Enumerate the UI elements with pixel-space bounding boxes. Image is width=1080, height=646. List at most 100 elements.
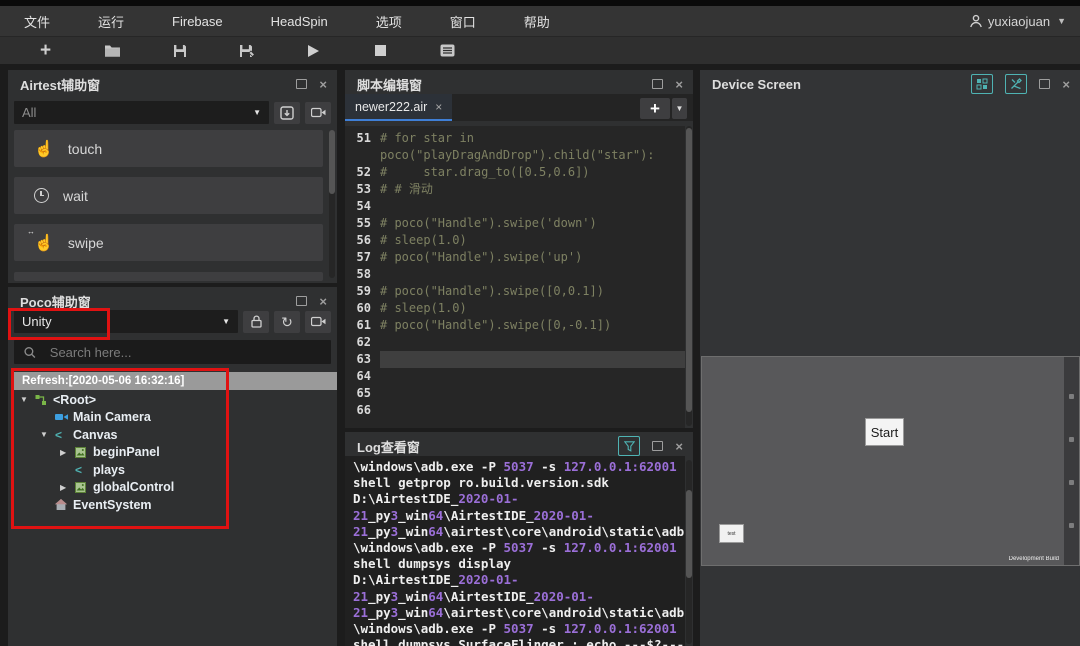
code-line-53[interactable]: 53 # # 滑动 bbox=[345, 181, 685, 198]
float-panel-icon[interactable] bbox=[296, 79, 308, 89]
poco-lock-button[interactable] bbox=[243, 310, 269, 333]
editor-tab-bar: newer222.air × + ▼ bbox=[345, 94, 693, 121]
search-input[interactable] bbox=[47, 343, 321, 361]
tree-item-globalcontrol[interactable]: ▶ globalControl bbox=[14, 479, 331, 497]
code-line-60[interactable]: 60 # sleep(1.0) bbox=[345, 300, 685, 317]
code-line-63[interactable]: 63 bbox=[345, 351, 685, 368]
expander-down-icon[interactable]: ▼ bbox=[40, 430, 55, 439]
save-script-button[interactable] bbox=[146, 39, 213, 63]
swipe-action-button[interactable]: ☝ ↔ swipe bbox=[14, 224, 323, 261]
tree-refresh-header[interactable]: Refresh:[2020-05-06 16:32:16] bbox=[14, 372, 337, 390]
menu-item-item[interactable]: 窗口 bbox=[426, 12, 500, 31]
log-scrollbar[interactable] bbox=[686, 460, 692, 644]
expander-down-icon[interactable]: ▼ bbox=[20, 395, 35, 404]
code-line-62[interactable]: 62 bbox=[345, 334, 685, 351]
line-number: 51 bbox=[356, 131, 371, 145]
poco-refresh-button[interactable]: ↻ bbox=[274, 310, 300, 333]
menu-item-item[interactable]: 帮助 bbox=[500, 12, 574, 31]
code-line-55[interactable]: 55 # poco("Handle").swipe('down') bbox=[345, 215, 685, 232]
device-screen-view[interactable]: Start test Development Build bbox=[701, 356, 1080, 566]
device-tools-button[interactable] bbox=[1005, 74, 1028, 94]
code-line-64[interactable]: 64 bbox=[345, 368, 685, 385]
close-panel-icon[interactable]: × bbox=[319, 78, 327, 91]
code-text: # poco("Handle").swipe('down') bbox=[380, 216, 597, 230]
tree-item-label: Canvas bbox=[73, 427, 118, 442]
record-button[interactable] bbox=[305, 101, 331, 124]
stop-script-button[interactable] bbox=[347, 39, 414, 63]
close-panel-icon[interactable]: × bbox=[319, 295, 327, 308]
close-tab-icon[interactable]: × bbox=[435, 100, 442, 114]
run-script-button[interactable] bbox=[280, 39, 347, 63]
device-layout-button[interactable] bbox=[971, 74, 994, 94]
wait-action-button[interactable]: wait bbox=[14, 177, 323, 214]
tab-newer222[interactable]: newer222.air × bbox=[345, 94, 453, 121]
float-panel-icon[interactable] bbox=[1039, 79, 1051, 89]
code-line-61[interactable]: 61 # poco("Handle").swipe([0,-0.1]) bbox=[345, 317, 685, 334]
emulator-sidebar-icon[interactable] bbox=[1069, 523, 1074, 528]
tree-item-main-camera[interactable]: Main Camera bbox=[14, 409, 331, 427]
code-line-51[interactable]: 51 # for star in poco("playDragAndDrop").… bbox=[345, 130, 685, 164]
close-panel-icon[interactable]: × bbox=[675, 440, 683, 453]
save-as-script-button[interactable] bbox=[213, 39, 280, 63]
tree-item-canvas[interactable]: ▼ < Canvas bbox=[14, 426, 331, 444]
log-panel-titlebar: Log查看窗 × bbox=[345, 432, 693, 458]
expander-right-icon[interactable]: ▶ bbox=[60, 448, 75, 457]
action-button-partial[interactable] bbox=[14, 272, 323, 281]
log-output[interactable]: \windows\adb.exe -P 5037 -s 127.0.0.1:62… bbox=[345, 456, 685, 646]
emulator-sidebar[interactable] bbox=[1064, 357, 1079, 565]
tree-item-root[interactable]: ▼ <Root> bbox=[14, 391, 331, 409]
tree-item-plays[interactable]: < plays bbox=[14, 461, 331, 479]
user-account[interactable]: yuxiaojuan ▼ bbox=[969, 14, 1080, 29]
line-number: 64 bbox=[356, 369, 371, 383]
emulator-sidebar-icon[interactable] bbox=[1069, 394, 1074, 399]
tree-item-eventsystem[interactable]: EventSystem bbox=[14, 496, 331, 514]
menu-item-item[interactable]: 文件 bbox=[0, 12, 74, 31]
close-panel-icon[interactable]: × bbox=[1062, 78, 1070, 91]
editor-scrollbar[interactable] bbox=[686, 126, 692, 426]
float-panel-icon[interactable] bbox=[652, 79, 664, 89]
code-editor[interactable]: 51 # for star in poco("playDragAndDrop").… bbox=[345, 126, 685, 428]
airtest-filter-dropdown[interactable]: All ▼ bbox=[14, 101, 269, 124]
airtest-scrollbar[interactable] bbox=[329, 130, 335, 278]
new-script-button[interactable]: + bbox=[12, 39, 79, 63]
code-line-52[interactable]: 52 # star.drag_to([0.5,0.6]) bbox=[345, 164, 685, 181]
expander-right-icon[interactable]: ▶ bbox=[60, 483, 75, 492]
airtest-panel-titlebar: Airtest辅助窗 × bbox=[8, 70, 337, 96]
game-small-button[interactable]: test bbox=[719, 524, 744, 543]
tab-list-dropdown[interactable]: ▼ bbox=[672, 98, 687, 119]
code-line-65[interactable]: 65 bbox=[345, 385, 685, 402]
poco-record-button[interactable] bbox=[305, 310, 331, 333]
code-line-59[interactable]: 59 # poco("Handle").swipe([0,0.1]) bbox=[345, 283, 685, 300]
touch-action-button[interactable]: ☝ touch bbox=[14, 130, 323, 167]
chevron-down-icon: ▼ bbox=[1057, 16, 1066, 26]
home-icon bbox=[55, 499, 73, 511]
log-view-button[interactable] bbox=[414, 39, 481, 63]
menu-item-item[interactable]: 选项 bbox=[352, 12, 426, 31]
open-script-button[interactable] bbox=[79, 39, 146, 63]
device-panel-title: Device Screen bbox=[712, 76, 801, 92]
list-icon bbox=[440, 44, 455, 57]
float-panel-icon[interactable] bbox=[652, 441, 664, 451]
log-line: \windows\adb.exe -P 5037 -s 127.0.0.1:62… bbox=[353, 540, 677, 556]
close-panel-icon[interactable]: × bbox=[675, 78, 683, 91]
code-line-58[interactable]: 58 bbox=[345, 266, 685, 283]
code-line-57[interactable]: 57 # poco("Handle").swipe('up') bbox=[345, 249, 685, 266]
plus-icon: + bbox=[39, 40, 52, 61]
emulator-sidebar-icon[interactable] bbox=[1069, 437, 1074, 442]
new-tab-button[interactable]: + bbox=[640, 98, 670, 119]
tree-item-beginpanel[interactable]: ▶ beginPanel bbox=[14, 444, 331, 462]
code-line-56[interactable]: 56 # sleep(1.0) bbox=[345, 232, 685, 249]
menu-item-item[interactable]: 运行 bbox=[74, 12, 148, 31]
code-line-54[interactable]: 54 bbox=[345, 198, 685, 215]
game-start-button[interactable]: Start bbox=[865, 418, 904, 446]
code-line-66[interactable]: 66 bbox=[345, 402, 685, 419]
menu-item-headspin[interactable]: HeadSpin bbox=[247, 14, 352, 29]
float-panel-icon[interactable] bbox=[296, 296, 308, 306]
emulator-sidebar-icon[interactable] bbox=[1069, 480, 1074, 485]
log-filter-button[interactable] bbox=[618, 436, 641, 456]
menu-item-firebase[interactable]: Firebase bbox=[148, 14, 247, 29]
insert-screenshot-button[interactable] bbox=[274, 101, 300, 124]
poco-search-box[interactable] bbox=[14, 340, 331, 364]
poco-mode-dropdown[interactable]: Unity ▼ bbox=[14, 310, 238, 333]
